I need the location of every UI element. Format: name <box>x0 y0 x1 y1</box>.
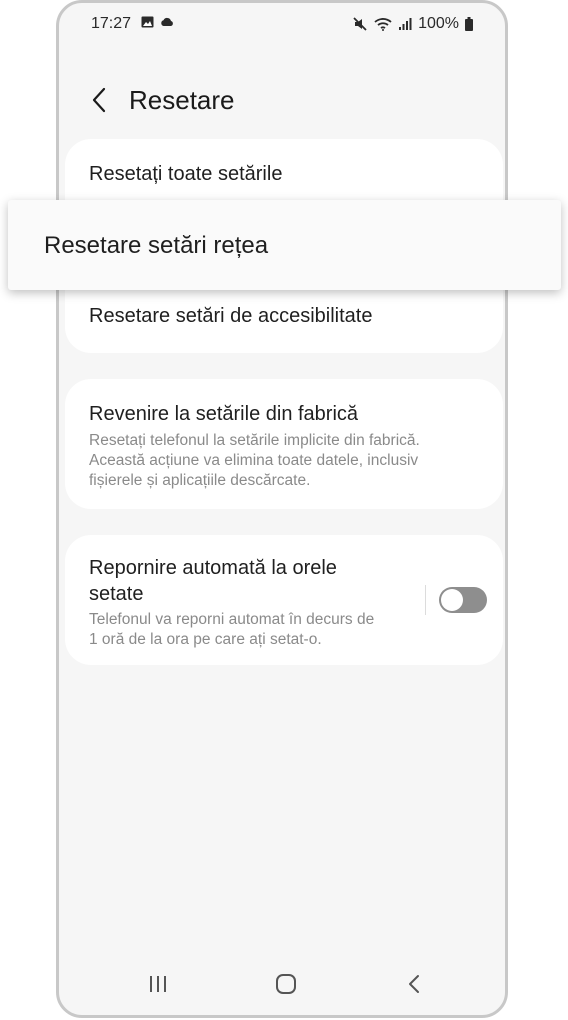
factory-reset-desc-line2: Această acțiune va elimina toate datele,… <box>89 452 419 469</box>
battery-percentage: 100% <box>418 15 459 32</box>
home-button[interactable] <box>271 969 301 999</box>
status-time: 17:27 <box>91 15 132 32</box>
chevron-left-icon <box>92 87 106 113</box>
factory-reset-title: Revenire la setările din fabrică <box>89 403 359 425</box>
reset-network-settings-label: Resetare setări rețea <box>44 232 269 259</box>
cloud-icon <box>161 17 173 26</box>
recents-icon <box>150 976 166 992</box>
phone-screen: 17:27 100% Resetare Resetați toate setăr… <box>56 0 508 1018</box>
toggle-divider <box>425 585 426 615</box>
factory-reset-card[interactable]: Revenire la setările din fabrică Resetaț… <box>65 379 503 509</box>
navigation-bar <box>59 955 505 1015</box>
app-header: Resetare <box>59 73 505 129</box>
factory-reset-desc-line3: fișierele și aplicațiile descărcate. <box>89 472 311 489</box>
reset-network-settings-item[interactable]: Resetare setări rețea <box>8 200 561 290</box>
mute-icon <box>353 17 367 31</box>
toggle-knob <box>441 589 463 611</box>
status-notification-icons <box>141 16 174 28</box>
status-system-icons: 100% <box>352 15 473 33</box>
battery-icon <box>465 17 473 31</box>
wifi-icon <box>374 18 392 31</box>
auto-restart-desc-line2: 1 oră de la ora pe care ați setat-o. <box>89 631 322 648</box>
auto-restart-title-line1: Repornire automată la orele <box>89 557 337 579</box>
auto-restart-toggle[interactable] <box>439 587 487 613</box>
factory-reset-desc-line1: Resetați telefonul la setările implicite… <box>89 432 420 449</box>
gallery-icon <box>141 16 154 28</box>
signal-icon <box>399 18 412 30</box>
auto-restart-desc-line1: Telefonul va reporni automat în decurs d… <box>89 611 375 628</box>
back-button[interactable] <box>85 85 113 115</box>
auto-restart-title-line2: setate <box>89 583 144 605</box>
auto-restart-card[interactable]: Repornire automată la orele setate Telef… <box>65 535 503 665</box>
reset-accessibility-settings-item[interactable]: Resetare setări de accesibilitate <box>89 305 479 328</box>
back-icon <box>409 975 419 993</box>
page-title: Resetare <box>129 85 235 115</box>
reset-all-settings-item[interactable]: Resetați toate setările <box>89 163 479 186</box>
recents-button[interactable] <box>143 969 173 999</box>
status-bar: 17:27 100% <box>59 3 505 43</box>
back-nav-button[interactable] <box>399 969 429 999</box>
home-icon <box>276 974 296 994</box>
